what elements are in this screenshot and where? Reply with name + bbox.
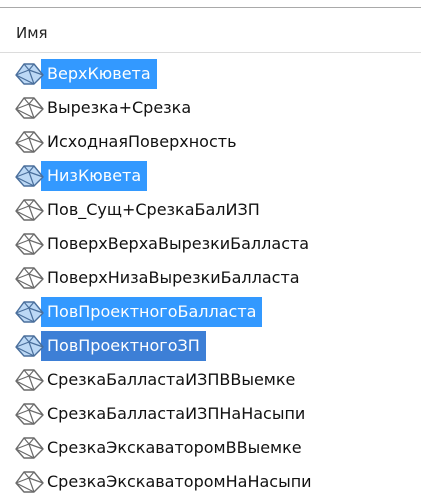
surface-icon bbox=[14, 164, 45, 188]
list-item-label: Вырезка+Срезка bbox=[47, 98, 192, 117]
list-item-label: СрезкаЭкскаваторомНаНасыпи bbox=[47, 472, 312, 491]
list-item[interactable]: ИсходнаяПоверхность bbox=[14, 125, 421, 159]
surface-icon bbox=[14, 368, 45, 392]
list-item-label: ВерхКювета bbox=[41, 59, 157, 89]
surface-icon bbox=[14, 266, 45, 290]
surface-icon bbox=[14, 334, 45, 358]
surface-icon bbox=[14, 300, 45, 324]
list-item[interactable]: Пов_Сущ+СрезкаБалИЗП bbox=[14, 193, 421, 227]
list-item-label: Пов_Сущ+СрезкаБалИЗП bbox=[47, 200, 260, 219]
list-item[interactable]: СрезкаЭкскаваторомНаНасыпи bbox=[14, 465, 421, 499]
list-item[interactable]: ПоверхНизаВырезкиБалласта bbox=[14, 261, 421, 295]
list-item[interactable]: ВерхКювета bbox=[14, 57, 421, 91]
list-item-label: ИсходнаяПоверхность bbox=[47, 132, 237, 151]
list-item[interactable]: СрезкаЭкскаваторомВВыемке bbox=[14, 431, 421, 465]
list-item-label: ПоверхНизаВырезкиБалласта bbox=[47, 268, 300, 287]
surface-icon bbox=[14, 232, 45, 256]
list-item[interactable]: ПоверхВерхаВырезкиБалласта bbox=[14, 227, 421, 261]
list-item[interactable]: Вырезка+Срезка bbox=[14, 91, 421, 125]
list-item-label: ПовПроектногоЗП bbox=[41, 331, 206, 361]
list-item[interactable]: НизКювета bbox=[14, 159, 421, 193]
surface-icon bbox=[14, 96, 45, 120]
list-item-label: СрезкаЭкскаваторомВВыемке bbox=[47, 438, 302, 457]
surface-icon bbox=[14, 436, 45, 460]
top-border bbox=[0, 7, 421, 8]
list-item-label: НизКювета bbox=[41, 161, 148, 191]
list-item-label: СрезкаБалластаИЗПНаНасыпи bbox=[47, 404, 306, 423]
column-header-name[interactable]: Имя bbox=[16, 24, 48, 42]
list-item[interactable]: ПовПроектногоБалласта bbox=[14, 295, 421, 329]
surface-icon bbox=[14, 470, 45, 494]
list-item[interactable]: ПовПроектногоЗП bbox=[14, 329, 421, 363]
list-item-label: ПоверхВерхаВырезкиБалласта bbox=[47, 234, 310, 253]
list-item[interactable]: СрезкаБалластаИЗПНаНасыпи bbox=[14, 397, 421, 431]
surface-list[interactable]: ВерхКювета Вырезка+Срезка ИсходнаяПоверх… bbox=[14, 57, 421, 499]
list-item-label: СрезкаБалластаИЗПВВыемке bbox=[47, 370, 296, 389]
list-item[interactable]: СрезкаБалластаИЗПВВыемке bbox=[14, 363, 421, 397]
surface-icon bbox=[14, 402, 45, 426]
surface-icon bbox=[14, 62, 45, 86]
surface-icon bbox=[14, 198, 45, 222]
surface-icon bbox=[14, 130, 45, 154]
list-item-label: ПовПроектногоБалласта bbox=[41, 297, 263, 327]
header-divider bbox=[0, 52, 421, 53]
